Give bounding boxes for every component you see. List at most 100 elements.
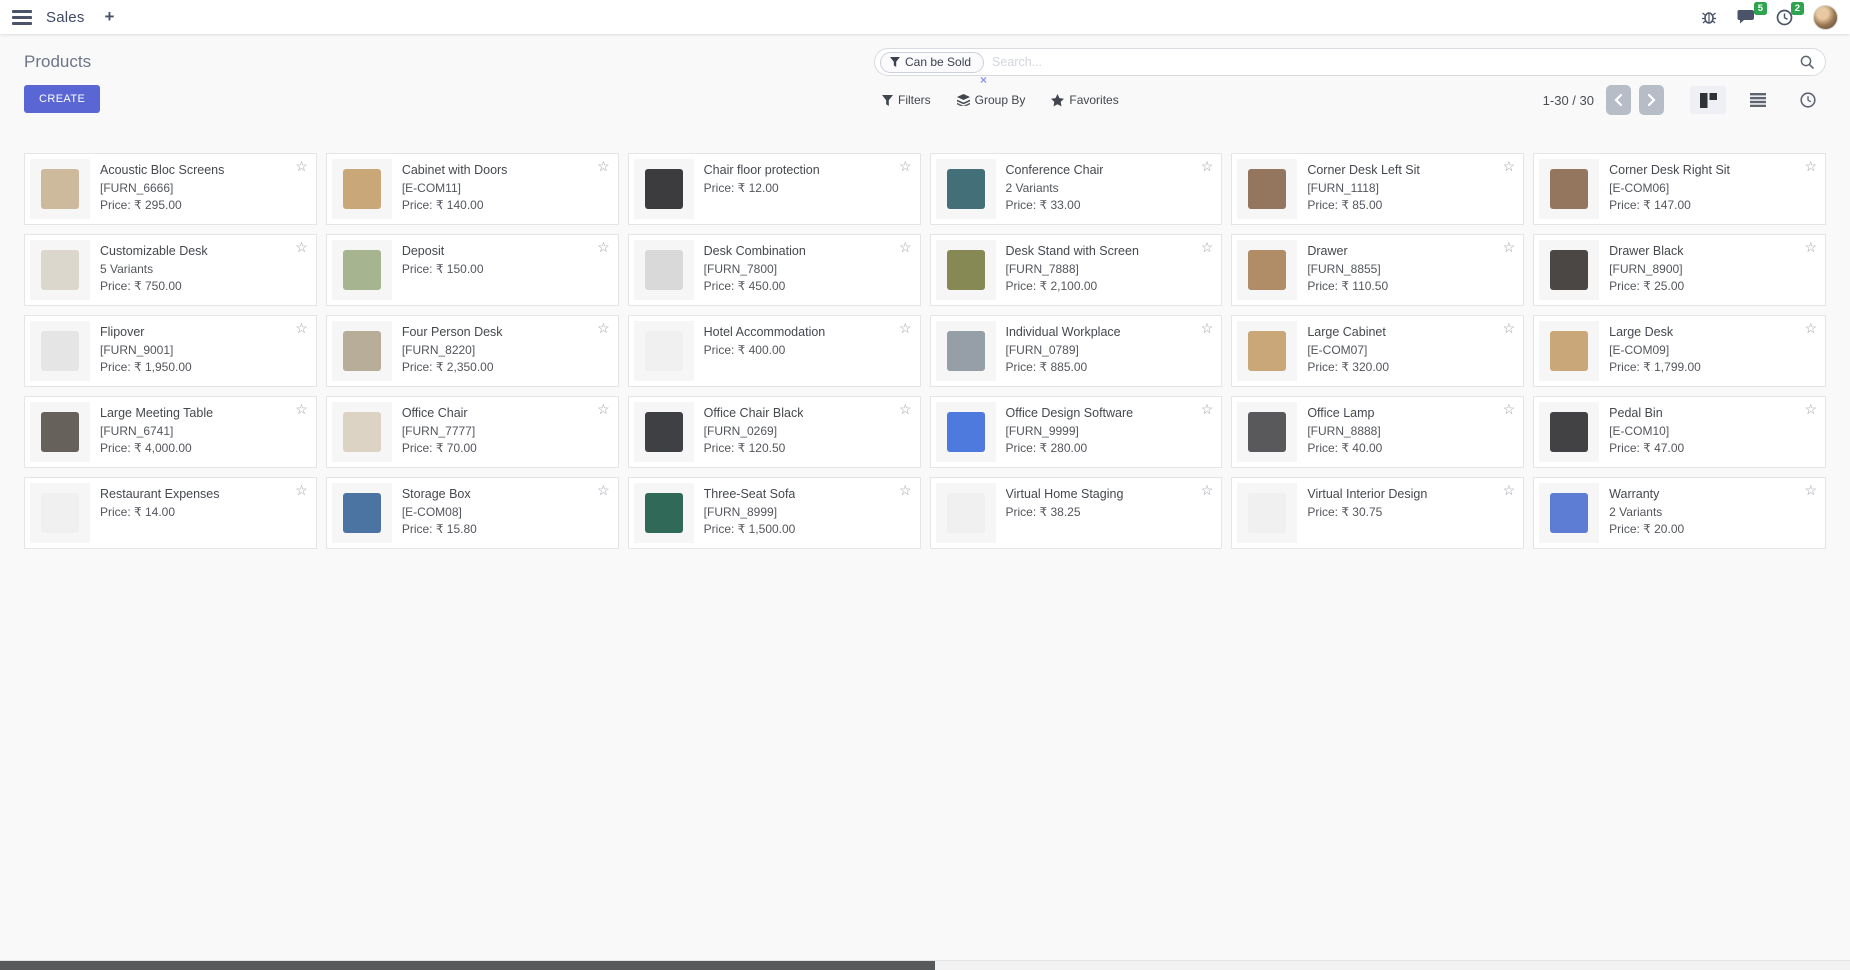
favorite-star-icon[interactable]: ☆ (295, 239, 308, 256)
favorite-star-icon[interactable]: ☆ (1503, 239, 1516, 256)
product-card[interactable]: Large Desk [E-COM09] Price: ₹ 1,799.00 ☆ (1533, 315, 1826, 387)
product-card[interactable]: Virtual Interior Design Price: ₹ 30.75 ☆ (1231, 477, 1524, 549)
favorite-star-icon[interactable]: ☆ (1503, 158, 1516, 175)
horizontal-scrollbar[interactable] (0, 960, 1850, 970)
product-card[interactable]: Large Meeting Table [FURN_6741] Price: ₹… (24, 396, 317, 468)
product-card[interactable]: Cabinet with Doors [E-COM11] Price: ₹ 14… (326, 153, 619, 225)
favorite-star-icon[interactable]: ☆ (1201, 401, 1214, 418)
product-card[interactable]: Office Lamp [FURN_8888] Price: ₹ 40.00 ☆ (1231, 396, 1524, 468)
favorite-star-icon[interactable]: ☆ (295, 482, 308, 499)
product-card[interactable]: Storage Box [E-COM08] Price: ₹ 15.80 ☆ (326, 477, 619, 549)
product-card[interactable]: Restaurant Expenses Price: ₹ 14.00 ☆ (24, 477, 317, 549)
filters-button[interactable]: Filters (882, 93, 931, 107)
favorite-star-icon[interactable]: ☆ (1804, 482, 1817, 499)
product-name: Hotel Accommodation (704, 324, 826, 342)
product-price: Price: ₹ 885.00 (1006, 359, 1121, 376)
product-card[interactable]: Flipover [FURN_9001] Price: ₹ 1,950.00 ☆ (24, 315, 317, 387)
add-tab-icon[interactable]: + (105, 7, 115, 27)
kanban-view-icon[interactable] (1690, 86, 1726, 114)
favorite-star-icon[interactable]: ☆ (295, 401, 308, 418)
activity-view-icon[interactable] (1790, 86, 1826, 114)
user-avatar[interactable] (1813, 5, 1838, 30)
favorite-star-icon[interactable]: ☆ (1201, 158, 1214, 175)
activities-icon[interactable]: 2 (1776, 9, 1793, 26)
product-image (1539, 483, 1599, 543)
product-code: 2 Variants (1609, 504, 1684, 521)
product-card[interactable]: Drawer Black [FURN_8900] Price: ₹ 25.00 … (1533, 234, 1826, 306)
favorite-star-icon[interactable]: ☆ (899, 320, 912, 337)
favorite-star-icon[interactable]: ☆ (597, 482, 610, 499)
product-card[interactable]: Hotel Accommodation Price: ₹ 400.00 ☆ (628, 315, 921, 387)
product-card[interactable]: Conference Chair 2 Variants Price: ₹ 33.… (930, 153, 1223, 225)
product-card[interactable]: Large Cabinet [E-COM07] Price: ₹ 320.00 … (1231, 315, 1524, 387)
product-card[interactable]: Corner Desk Left Sit [FURN_1118] Price: … (1231, 153, 1524, 225)
product-card[interactable]: Office Chair [FURN_7777] Price: ₹ 70.00 … (326, 396, 619, 468)
product-image (634, 159, 694, 219)
product-image (1237, 159, 1297, 219)
scrollbar-thumb[interactable] (0, 961, 935, 970)
product-price: Price: ₹ 400.00 (704, 342, 826, 359)
favorite-star-icon[interactable]: ☆ (1503, 401, 1516, 418)
favorite-star-icon[interactable]: ☆ (1503, 320, 1516, 337)
search-input[interactable] (992, 55, 1800, 69)
product-card[interactable]: Office Chair Black [FURN_0269] Price: ₹ … (628, 396, 921, 468)
favorite-star-icon[interactable]: ☆ (597, 158, 610, 175)
debug-bug-icon[interactable] (1701, 9, 1717, 25)
product-card[interactable]: Warranty 2 Variants Price: ₹ 20.00 ☆ (1533, 477, 1826, 549)
product-card[interactable]: Virtual Home Staging Price: ₹ 38.25 ☆ (930, 477, 1223, 549)
messages-icon[interactable]: 5 (1737, 9, 1756, 25)
product-card[interactable]: Desk Combination [FURN_7800] Price: ₹ 45… (628, 234, 921, 306)
favorite-star-icon[interactable]: ☆ (1503, 482, 1516, 499)
group-by-button[interactable]: Group By (957, 93, 1026, 107)
favorite-star-icon[interactable]: ☆ (899, 482, 912, 499)
product-image (936, 159, 996, 219)
product-price: Price: ₹ 33.00 (1006, 197, 1104, 214)
apps-menu-icon[interactable] (12, 9, 32, 25)
product-image (1539, 321, 1599, 381)
favorite-star-icon[interactable]: ☆ (597, 239, 610, 256)
facet-remove-icon[interactable]: × (980, 73, 987, 87)
product-card[interactable]: Desk Stand with Screen [FURN_7888] Price… (930, 234, 1223, 306)
app-menu-sales[interactable]: Sales (46, 9, 85, 26)
list-view-icon[interactable] (1740, 86, 1776, 114)
favorite-star-icon[interactable]: ☆ (899, 401, 912, 418)
product-price: Price: ₹ 295.00 (100, 197, 224, 214)
pager-next-button[interactable] (1639, 85, 1664, 115)
product-name: Conference Chair (1006, 162, 1104, 180)
favorite-star-icon[interactable]: ☆ (1804, 401, 1817, 418)
product-card[interactable]: Corner Desk Right Sit [E-COM06] Price: ₹… (1533, 153, 1826, 225)
favorite-star-icon[interactable]: ☆ (1804, 158, 1817, 175)
product-card[interactable]: Acoustic Bloc Screens [FURN_6666] Price:… (24, 153, 317, 225)
search-icon[interactable] (1800, 55, 1815, 70)
product-name: Warranty (1609, 486, 1684, 504)
create-button[interactable]: CREATE (24, 85, 100, 113)
favorites-button[interactable]: Favorites (1051, 93, 1118, 107)
favorite-star-icon[interactable]: ☆ (899, 239, 912, 256)
favorite-star-icon[interactable]: ☆ (1201, 482, 1214, 499)
product-name: Individual Workplace (1006, 324, 1121, 342)
favorite-star-icon[interactable]: ☆ (1804, 320, 1817, 337)
product-card[interactable]: Three-Seat Sofa [FURN_8999] Price: ₹ 1,5… (628, 477, 921, 549)
favorite-star-icon[interactable]: ☆ (597, 320, 610, 337)
pager-previous-button[interactable] (1606, 85, 1631, 115)
product-card[interactable]: Pedal Bin [E-COM10] Price: ₹ 47.00 ☆ (1533, 396, 1826, 468)
product-card[interactable]: Individual Workplace [FURN_0789] Price: … (930, 315, 1223, 387)
product-name: Office Lamp (1307, 405, 1382, 423)
product-card[interactable]: Deposit Price: ₹ 150.00 ☆ (326, 234, 619, 306)
product-card[interactable]: Four Person Desk [FURN_8220] Price: ₹ 2,… (326, 315, 619, 387)
product-card[interactable]: Chair floor protection Price: ₹ 12.00 ☆ (628, 153, 921, 225)
favorite-star-icon[interactable]: ☆ (295, 320, 308, 337)
favorite-star-icon[interactable]: ☆ (1201, 320, 1214, 337)
product-card[interactable]: Office Design Software [FURN_9999] Price… (930, 396, 1223, 468)
favorite-star-icon[interactable]: ☆ (597, 401, 610, 418)
product-price: Price: ₹ 30.75 (1307, 504, 1427, 521)
favorite-star-icon[interactable]: ☆ (295, 158, 308, 175)
favorite-star-icon[interactable]: ☆ (1201, 239, 1214, 256)
product-card[interactable]: Drawer [FURN_8855] Price: ₹ 110.50 ☆ (1231, 234, 1524, 306)
search-facet-can-be-sold: Can be Sold × (880, 52, 984, 73)
favorite-star-icon[interactable]: ☆ (899, 158, 912, 175)
favorite-star-icon[interactable]: ☆ (1804, 239, 1817, 256)
product-name: Drawer (1307, 243, 1388, 261)
search-bar[interactable]: Can be Sold × (874, 48, 1826, 76)
product-card[interactable]: Customizable Desk 5 Variants Price: ₹ 75… (24, 234, 317, 306)
